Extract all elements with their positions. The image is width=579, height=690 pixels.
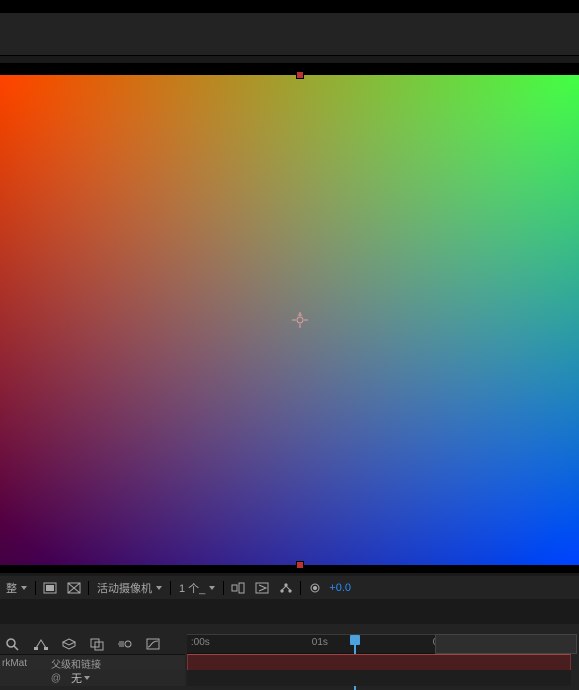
column-trkmat: rkMat	[0, 658, 47, 669]
timeline-panel: :00s01s02s rkMat 父级和链接 @ 无	[0, 624, 579, 690]
transparency-grid-icon[interactable]	[40, 579, 60, 597]
playhead[interactable]	[348, 635, 362, 653]
timeline-toolbar	[0, 632, 187, 656]
mask-visibility-icon[interactable]	[64, 579, 84, 597]
chevron-down-icon	[156, 586, 162, 590]
parent-dropdown[interactable]: 无	[67, 669, 185, 687]
flowchart-icon[interactable]	[276, 579, 296, 597]
graph-editor-icon[interactable]	[142, 635, 164, 653]
motion-blur-icon[interactable]	[114, 635, 136, 653]
layer-handle-bottom[interactable]	[296, 561, 304, 569]
camera-label: 活动摄像机	[97, 580, 152, 596]
composition-canvas[interactable]	[0, 75, 579, 565]
layer-handle-top[interactable]	[296, 71, 304, 79]
comp-mini-flowchart-icon[interactable]	[30, 635, 52, 653]
fit-label: 整	[6, 580, 17, 596]
gradient-layer	[0, 75, 579, 565]
views-layout-dropdown[interactable]: 1 个_	[175, 579, 219, 597]
time-tick: 01s	[312, 637, 328, 648]
fast-previews-icon[interactable]	[252, 579, 272, 597]
composition-viewer[interactable]	[0, 63, 579, 573]
reset-exposure-icon[interactable]	[305, 579, 325, 597]
search-icon[interactable]	[2, 635, 24, 653]
time-tick: :00s	[191, 637, 210, 648]
draft-3d-icon[interactable]	[58, 635, 80, 653]
menu-bar-fragment	[0, 0, 579, 12]
layer-bar-bg	[187, 670, 571, 686]
chevron-down-icon	[84, 676, 90, 680]
panel-tab-strip	[0, 12, 579, 56]
chevron-down-icon	[21, 586, 27, 590]
exposure-value[interactable]: +0.0	[329, 582, 351, 594]
camera-dropdown[interactable]: 活动摄像机	[93, 579, 166, 597]
pickwhip-icon[interactable]: @	[45, 673, 67, 684]
pixel-aspect-ratio-icon[interactable]	[228, 579, 248, 597]
parent-value: 无	[71, 670, 82, 686]
layer-parent-row: @ 无	[0, 670, 185, 686]
chevron-down-icon	[209, 586, 215, 590]
time-navigator[interactable]	[435, 634, 577, 654]
resolution-dropdown[interactable]: 整	[2, 579, 31, 597]
views-label: 1 个_	[179, 580, 205, 596]
viewer-footer: 整 活动摄像机 1 个_ +0.0	[0, 576, 579, 599]
frame-blend-icon[interactable]	[86, 635, 108, 653]
